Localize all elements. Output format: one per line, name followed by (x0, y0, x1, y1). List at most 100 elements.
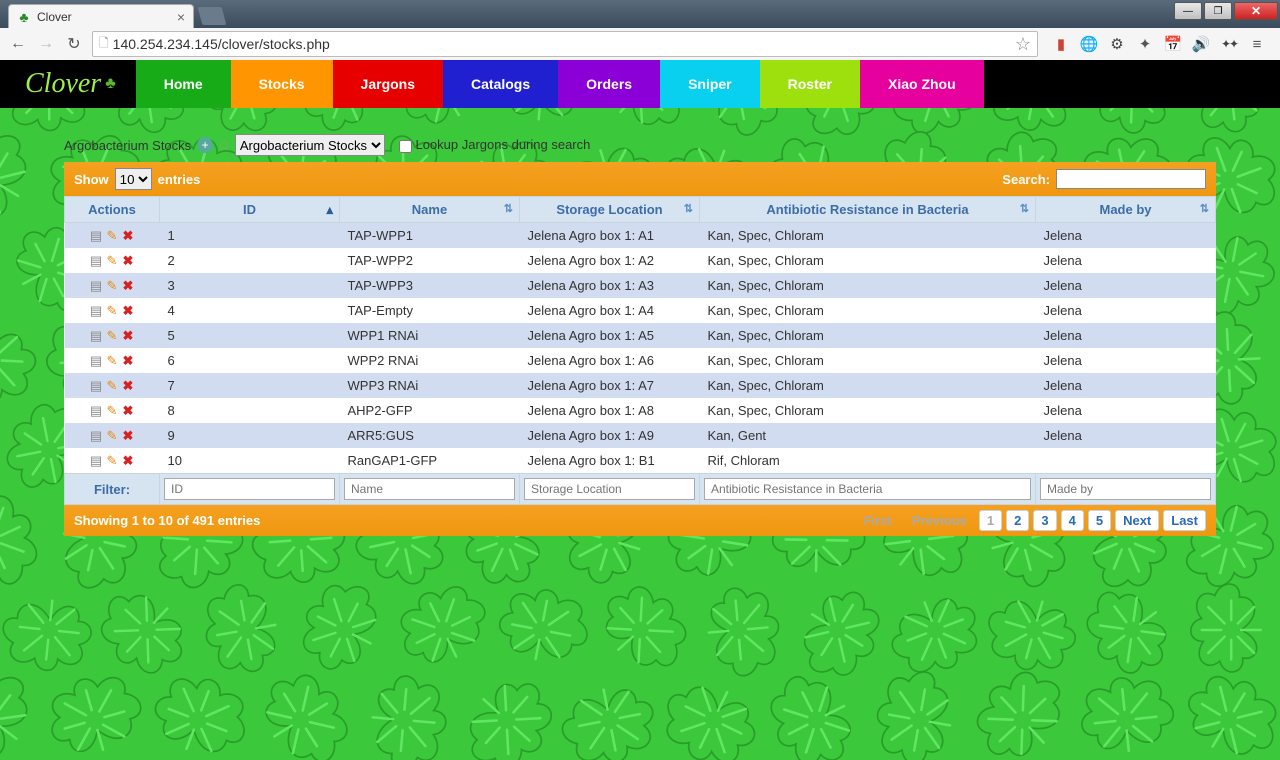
edit-icon[interactable]: ✎ (105, 354, 119, 368)
edit-icon[interactable]: ✎ (105, 329, 119, 343)
search-input[interactable] (1056, 169, 1206, 189)
forward-icon[interactable]: → (36, 34, 56, 54)
delete-icon[interactable]: ✖ (121, 329, 135, 343)
view-icon[interactable]: ▤ (89, 329, 103, 343)
page-first-button[interactable]: First (856, 510, 900, 531)
home-stock-icon[interactable]: ⌂ (219, 136, 229, 154)
cell-name: WPP3 RNAi (340, 373, 520, 398)
lookup-jargons-checkbox[interactable] (399, 140, 412, 153)
cell-antibiotic: Kan, Gent (700, 423, 1036, 448)
edit-icon[interactable]: ✎ (105, 279, 119, 293)
extension-dots-icon[interactable]: ✦✦ (1220, 35, 1238, 53)
add-stock-icon[interactable]: + (197, 137, 213, 153)
cell-id: 6 (160, 348, 340, 373)
entries-per-page-select[interactable]: 10 (115, 168, 152, 190)
view-icon[interactable]: ▤ (89, 229, 103, 243)
brand-logo[interactable]: Clover ♣ (0, 60, 136, 108)
nav-orders[interactable]: Orders (558, 60, 660, 108)
close-window-button[interactable]: ✕ (1234, 2, 1278, 20)
cell-madeby: Jelena (1036, 273, 1216, 298)
col-storage[interactable]: Storage Location (520, 197, 700, 223)
col-madeby[interactable]: Made by (1036, 197, 1216, 223)
delete-icon[interactable]: ✖ (121, 279, 135, 293)
page-number-button[interactable]: 3 (1033, 510, 1056, 531)
nav-catalogs[interactable]: Catalogs (443, 60, 558, 108)
browser-tab[interactable]: ♣ Clover × (8, 4, 194, 28)
edit-icon[interactable]: ✎ (105, 454, 119, 468)
lookup-jargons-label[interactable]: Lookup Jargons during search (391, 137, 591, 152)
cell-madeby (1036, 448, 1216, 474)
filter-id-input[interactable] (164, 478, 335, 500)
view-icon[interactable]: ▤ (89, 279, 103, 293)
edit-icon[interactable]: ✎ (105, 379, 119, 393)
page-previous-button[interactable]: Previous (904, 510, 975, 531)
nav-jargons[interactable]: Jargons (333, 60, 443, 108)
col-antibiotic[interactable]: Antibiotic Resistance in Bacteria (700, 197, 1036, 223)
delete-icon[interactable]: ✖ (121, 229, 135, 243)
menu-icon[interactable]: ≡ (1248, 35, 1266, 53)
view-icon[interactable]: ▤ (89, 454, 103, 468)
url-bar[interactable]: 🗋 140.254.234.145/clover/stocks.php ☆ (92, 31, 1038, 57)
content-area: Argobacterium Stocks + ⌂ Argobacterium S… (0, 108, 1280, 536)
datatable-footer: Showing 1 to 10 of 491 entries First Pre… (64, 505, 1216, 536)
col-name[interactable]: Name (340, 197, 520, 223)
page-number-button[interactable]: 4 (1061, 510, 1084, 531)
bookmark-star-icon[interactable]: ☆ (1015, 34, 1031, 55)
cell-antibiotic: Kan, Spec, Chloram (700, 398, 1036, 423)
view-icon[interactable]: ▤ (89, 429, 103, 443)
delete-icon[interactable]: ✖ (121, 429, 135, 443)
filter-madeby-input[interactable] (1040, 478, 1211, 500)
view-icon[interactable]: ▤ (89, 404, 103, 418)
tab-close-icon[interactable]: × (177, 9, 185, 25)
nav-home[interactable]: Home (136, 60, 231, 108)
cell-madeby: Jelena (1036, 423, 1216, 448)
filter-antibiotic-input[interactable] (704, 478, 1031, 500)
cell-storage: Jelena Agro box 1: A1 (520, 223, 700, 249)
cell-antibiotic: Rif, Chloram (700, 448, 1036, 474)
view-icon[interactable]: ▤ (89, 254, 103, 268)
edit-icon[interactable]: ✎ (105, 404, 119, 418)
maximize-button[interactable]: ❐ (1204, 2, 1232, 20)
col-id[interactable]: ID (160, 197, 340, 223)
nav-roster[interactable]: Roster (760, 60, 860, 108)
page-number-button[interactable]: 1 (979, 510, 1002, 531)
extension-book-icon[interactable]: ▮ (1052, 35, 1070, 53)
page-last-button[interactable]: Last (1163, 510, 1206, 531)
delete-icon[interactable]: ✖ (121, 354, 135, 368)
page-number-button[interactable]: 5 (1088, 510, 1111, 531)
nav-jargons-label: Jargons (361, 76, 415, 92)
nav-user[interactable]: Xiao Zhou (860, 60, 984, 108)
view-icon[interactable]: ▤ (89, 379, 103, 393)
edit-icon[interactable]: ✎ (105, 254, 119, 268)
stock-type-select[interactable]: Argobacterium Stocks (235, 134, 385, 156)
reload-icon[interactable]: ↻ (64, 34, 84, 54)
back-icon[interactable]: ← (8, 34, 28, 54)
page-number-button[interactable]: 2 (1006, 510, 1029, 531)
calendar-icon[interactable]: 📅 (1164, 35, 1182, 53)
new-tab-button[interactable] (198, 7, 227, 25)
edit-icon[interactable]: ✎ (105, 304, 119, 318)
edit-icon[interactable]: ✎ (105, 229, 119, 243)
nav-sniper[interactable]: Sniper (660, 60, 760, 108)
delete-icon[interactable]: ✖ (121, 304, 135, 318)
filter-name-input[interactable] (344, 478, 515, 500)
sound-icon[interactable]: 🔊 (1192, 35, 1210, 53)
page-next-button[interactable]: Next (1115, 510, 1159, 531)
cell-name: WPP2 RNAi (340, 348, 520, 373)
delete-icon[interactable]: ✖ (121, 454, 135, 468)
window-controls: — ❐ ✕ (1174, 2, 1278, 20)
cell-id: 5 (160, 323, 340, 348)
settings-gear-icon[interactable]: ⚙ (1108, 35, 1126, 53)
extension-puzzle-icon[interactable]: ✦ (1136, 35, 1154, 53)
edit-icon[interactable]: ✎ (105, 429, 119, 443)
delete-icon[interactable]: ✖ (121, 379, 135, 393)
filter-storage-input[interactable] (524, 478, 695, 500)
nav-stocks[interactable]: Stocks (231, 60, 333, 108)
view-icon[interactable]: ▤ (89, 354, 103, 368)
translate-icon[interactable]: 🌐 (1080, 35, 1098, 53)
minimize-button[interactable]: — (1174, 2, 1202, 20)
view-icon[interactable]: ▤ (89, 304, 103, 318)
delete-icon[interactable]: ✖ (121, 254, 135, 268)
delete-icon[interactable]: ✖ (121, 404, 135, 418)
col-actions[interactable]: Actions (65, 197, 160, 223)
